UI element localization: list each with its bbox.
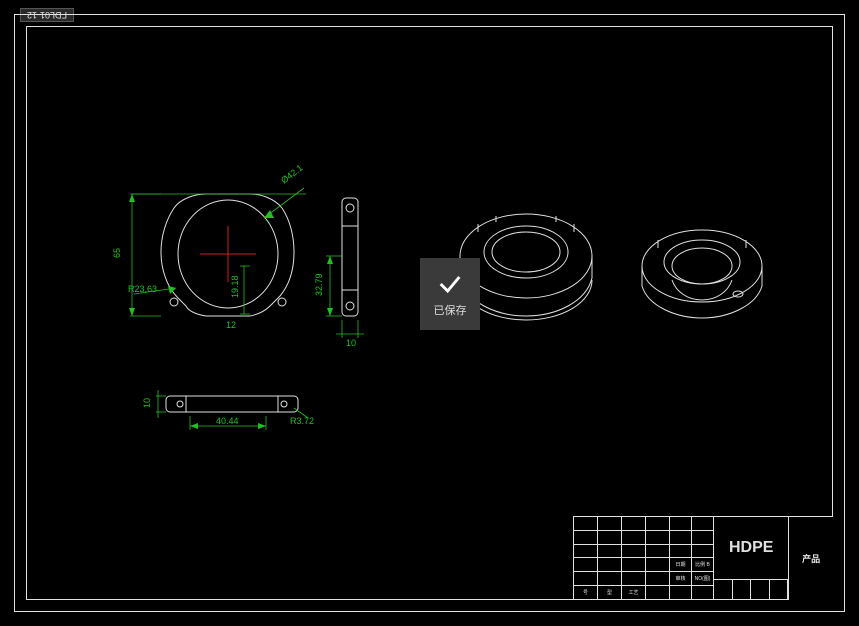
toast-label: 已保存 — [434, 302, 467, 318]
svg-text:10: 10 — [142, 398, 152, 408]
title-block: 日期比例 B 审核NO(图) 号型工艺 HDPE 产品 — [573, 516, 833, 600]
bottom-view: 10 40.44 R3.72 — [142, 390, 314, 430]
title-block-grid: 日期比例 B 审核NO(图) 号型工艺 — [574, 517, 714, 600]
svg-text:12: 12 — [226, 320, 236, 330]
material-label: HDPE — [714, 517, 789, 580]
side-view: 32.79 10 — [314, 198, 364, 348]
svg-text:32.79: 32.79 — [314, 273, 324, 296]
front-view: 65 R23.63 Ø42.1 19.18 12 — [112, 163, 306, 330]
svg-text:40.44: 40.44 — [216, 416, 239, 426]
svg-text:10: 10 — [346, 338, 356, 348]
svg-text:19.18: 19.18 — [230, 275, 240, 298]
iso-view-2 — [642, 230, 762, 318]
checkmark-icon — [436, 270, 464, 298]
save-toast: 已保存 — [420, 258, 480, 330]
svg-text:65: 65 — [112, 248, 122, 258]
product-label: 产品 — [789, 517, 833, 600]
svg-text:Ø42.1: Ø42.1 — [279, 163, 304, 186]
svg-text:R3.72: R3.72 — [290, 416, 314, 426]
svg-text:R23.63: R23.63 — [128, 284, 157, 294]
